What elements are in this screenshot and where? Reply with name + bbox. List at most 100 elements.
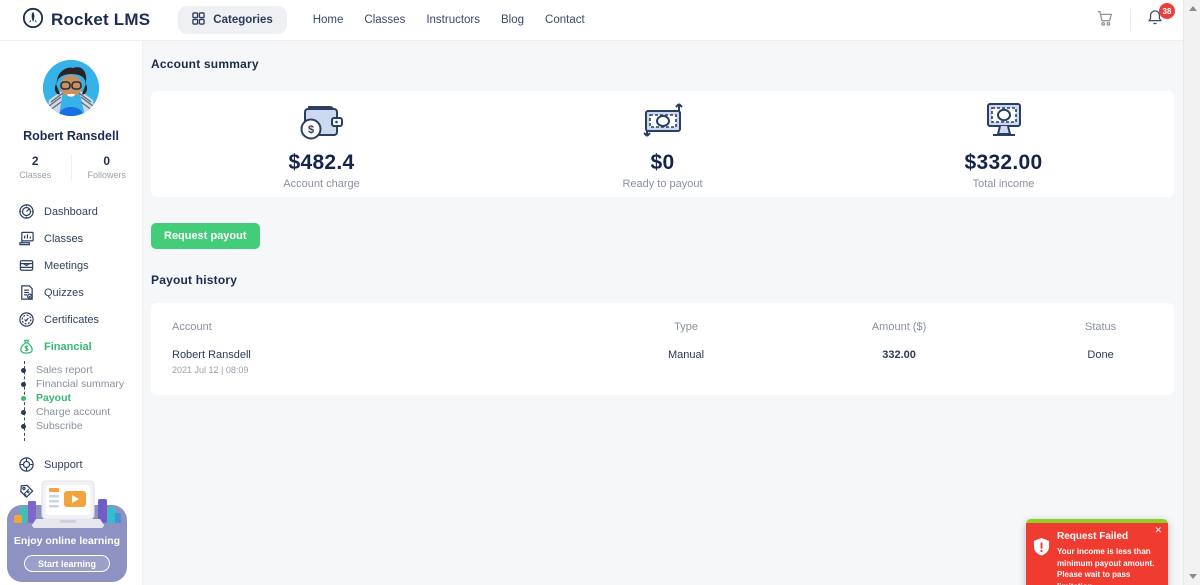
account-charge-value: $482.4	[151, 151, 492, 175]
subitem-label: Subscribe	[36, 420, 83, 432]
bullet-dot-icon	[21, 410, 26, 415]
online-learning-illustration	[12, 477, 122, 535]
toast-close-icon[interactable]: ✕	[1154, 526, 1162, 535]
toast-message: Your income is less than minimum payout …	[1057, 546, 1161, 585]
bullet-dot-icon	[21, 424, 26, 429]
topbar: Rocket LMS Categories Home Classes Instr…	[0, 0, 1183, 41]
cash-payout-icon	[492, 99, 833, 143]
nav-contact[interactable]: Contact	[545, 14, 585, 26]
main-content: Account summary $ $482.4 Account charge	[143, 41, 1183, 585]
sidebar-item-label: Classes	[44, 233, 83, 245]
svg-text:$: $	[307, 124, 313, 136]
account-summary-title: Account summary	[151, 57, 1174, 71]
sidebar-item-dashboard[interactable]: Dashboard	[0, 198, 142, 225]
subitem-label: Charge account	[36, 406, 110, 418]
request-payout-button[interactable]: Request payout	[151, 223, 260, 249]
quizzes-icon	[17, 284, 35, 302]
categories-button[interactable]: Categories	[178, 6, 286, 34]
main-nav: Home Classes Instructors Blog Contact	[313, 14, 585, 26]
error-toast: ✕ Request Failed Your income is less tha…	[1026, 519, 1168, 585]
sidebar-item-label: Meetings	[44, 260, 89, 272]
stat-account-charge: $ $482.4 Account charge	[151, 99, 492, 190]
brand-name: Rocket LMS	[51, 10, 150, 30]
table-row: Robert Ransdell 2021 Jul 12 | 08:09 Manu…	[151, 343, 1174, 375]
followers-count-label: Followers	[72, 170, 143, 180]
sidebar-item-financial[interactable]: Financial	[0, 333, 142, 360]
total-income-label: Total income	[833, 178, 1174, 190]
ready-to-payout-label: Ready to payout	[492, 178, 833, 190]
payout-history-table: Account Type Amount ($) Status Robert Ra…	[151, 307, 1174, 375]
shield-alert-icon	[1033, 537, 1050, 585]
financial-submenu: Sales report Financial summary Payout Ch…	[0, 363, 142, 433]
subitem-label: Sales report	[36, 364, 93, 376]
col-account: Account	[151, 307, 601, 343]
categories-label: Categories	[213, 14, 272, 26]
bullet-dot-icon	[21, 396, 26, 401]
sidebar-item-quizzes[interactable]: Quizzes	[0, 279, 142, 306]
sidebar-item-label: Quizzes	[44, 287, 84, 299]
classes-icon	[17, 230, 35, 248]
classes-count-label: Classes	[0, 170, 71, 180]
sidebar-item-label: Certificates	[44, 314, 99, 326]
notifications-bell[interactable]: 38	[1147, 9, 1163, 31]
toast-title: Request Failed	[1057, 531, 1161, 542]
sidebar-subitem-payout[interactable]: Payout	[0, 391, 142, 405]
financial-icon	[17, 338, 35, 356]
stat-ready-to-payout: $0 Ready to payout	[492, 99, 833, 190]
sidebar: Robert Ransdell 2 Classes 0 Followers Da…	[0, 41, 143, 585]
bullet-dot-icon	[21, 382, 26, 387]
account-charge-label: Account charge	[151, 178, 492, 190]
certificates-icon	[17, 311, 35, 329]
row-amount: 332.00	[771, 343, 1027, 375]
profile-stats: 2 Classes 0 Followers	[0, 154, 142, 184]
promo-card: Enjoy online learning Start learning	[7, 505, 127, 582]
payout-history-title: Payout history	[151, 273, 1174, 287]
total-income-value: $332.00	[833, 151, 1174, 175]
stat-total-income: $332.00 Total income	[833, 99, 1174, 190]
user-name: Robert Ransdell	[0, 129, 142, 143]
ready-to-payout-value: $0	[492, 151, 833, 175]
subitem-label: Payout	[36, 392, 71, 404]
nav-classes[interactable]: Classes	[364, 14, 405, 26]
table-header-row: Account Type Amount ($) Status	[151, 307, 1174, 343]
sidebar-subitem-sales-report[interactable]: Sales report	[0, 363, 142, 377]
cart-icon[interactable]	[1096, 9, 1114, 32]
nav-instructors[interactable]: Instructors	[426, 14, 480, 26]
sidebar-item-classes[interactable]: Classes	[0, 225, 142, 252]
col-type: Type	[601, 307, 771, 343]
page-scrollbar[interactable]	[1183, 0, 1200, 585]
monitor-income-icon	[833, 99, 1174, 143]
scroll-up-icon[interactable]	[1184, 0, 1200, 17]
sidebar-item-label: Financial	[44, 341, 92, 353]
row-status: Done	[1027, 343, 1174, 375]
sidebar-item-support[interactable]: Support	[0, 451, 142, 478]
wallet-icon: $	[151, 99, 492, 143]
grid-icon	[192, 12, 205, 28]
sidebar-subitem-financial-summary[interactable]: Financial summary	[0, 377, 142, 391]
meetings-icon	[17, 257, 35, 275]
sidebar-item-label: Dashboard	[44, 206, 98, 218]
account-summary-card: $ $482.4 Account charge $0 Ready to payo…	[151, 91, 1174, 197]
nav-blog[interactable]: Blog	[501, 14, 524, 26]
followers-count: 0	[72, 154, 143, 168]
col-amount: Amount ($)	[771, 307, 1027, 343]
scroll-down-icon[interactable]	[1184, 568, 1200, 585]
support-icon	[17, 456, 35, 474]
rocket-logo-icon	[22, 7, 44, 34]
row-type: Manual	[601, 343, 771, 375]
classes-count: 2	[0, 154, 71, 168]
row-datetime: 2021 Jul 12 | 08:09	[172, 365, 601, 375]
sidebar-subitem-subscribe[interactable]: Subscribe	[0, 419, 142, 433]
sidebar-item-meetings[interactable]: Meetings	[0, 252, 142, 279]
start-learning-button[interactable]: Start learning	[24, 555, 110, 572]
dashboard-icon	[17, 203, 35, 221]
subitem-label: Financial summary	[36, 378, 124, 390]
avatar	[43, 60, 99, 116]
sidebar-item-certificates[interactable]: Certificates	[0, 306, 142, 333]
notification-count-badge: 38	[1159, 3, 1175, 19]
brand-logo[interactable]: Rocket LMS	[22, 7, 150, 34]
sidebar-subitem-charge-account[interactable]: Charge account	[0, 405, 142, 419]
col-status: Status	[1027, 307, 1174, 343]
nav-home[interactable]: Home	[313, 14, 344, 26]
topbar-divider	[1130, 9, 1131, 31]
